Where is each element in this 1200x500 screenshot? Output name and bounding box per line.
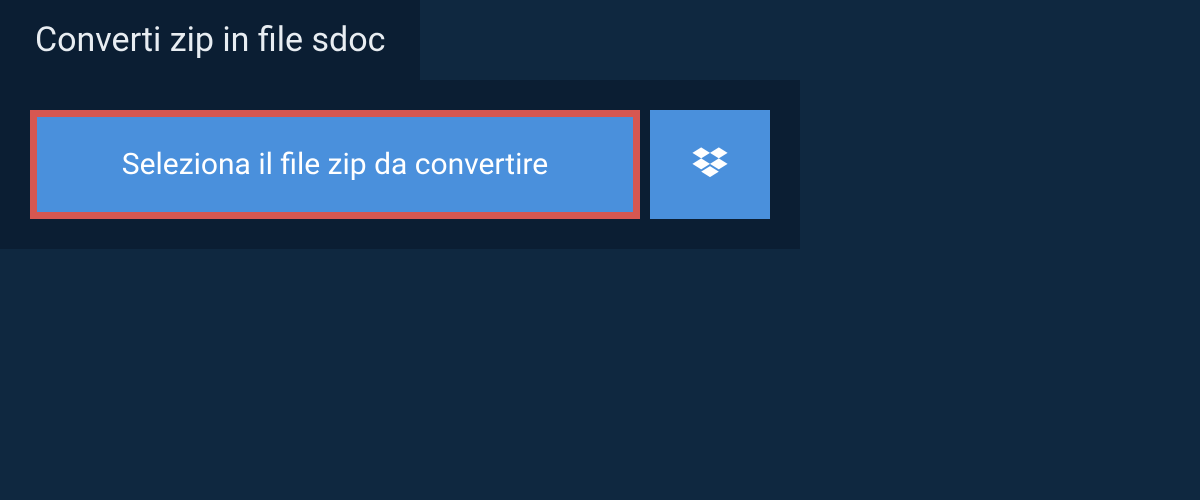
upload-panel: Seleziona il file zip da convertire [0,80,800,249]
select-file-label: Seleziona il file zip da convertire [122,147,548,182]
tab-header[interactable]: Converti zip in file sdoc [0,0,420,80]
dropbox-icon [688,143,732,187]
dropbox-button[interactable] [650,110,770,219]
tab-title: Converti zip in file sdoc [35,20,385,60]
select-file-button[interactable]: Seleziona il file zip da convertire [30,110,640,219]
